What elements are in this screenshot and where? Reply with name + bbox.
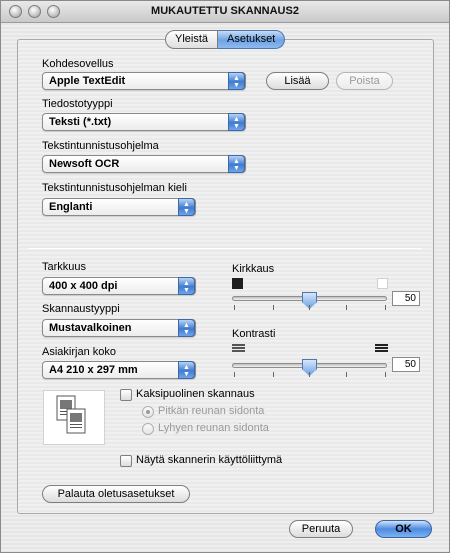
restore-defaults-button[interactable]: Palauta oletusasetukset	[42, 485, 190, 503]
brightness-value-field[interactable]: 50	[392, 291, 420, 306]
slider-tick	[273, 305, 274, 310]
resolution-label: Tarkkuus	[42, 261, 87, 273]
slider-tick	[234, 372, 235, 377]
tab-bar: Yleistä Asetukset	[165, 30, 286, 49]
popup-arrows-icon: ▲ ▼	[228, 113, 245, 131]
ocr-language-value: Englanti	[49, 201, 93, 213]
duplex-checkbox[interactable]	[120, 389, 132, 401]
target-app-value: Apple TextEdit	[49, 75, 126, 87]
target-app-select[interactable]: Apple TextEdit ▲ ▼	[42, 72, 246, 90]
slider-tick	[385, 305, 386, 310]
long-edge-radio[interactable]	[142, 406, 154, 418]
target-app-label: Kohdesovellus	[42, 58, 114, 70]
scan-type-select[interactable]: Mustavalkoinen ▲ ▼	[42, 319, 196, 337]
section-divider	[28, 248, 422, 249]
scan-type-label: Skannaustyyppi	[42, 303, 120, 315]
long-edge-label: Pitkän reunan sidonta	[158, 405, 265, 417]
cancel-button[interactable]: Peruuta	[289, 520, 353, 538]
file-type-label: Tiedostotyyppi	[42, 98, 113, 110]
slider-tick	[309, 372, 310, 377]
popup-arrows-icon: ▲ ▼	[228, 72, 245, 90]
document-size-value: A4 210 x 297 mm	[49, 364, 138, 376]
slider-tick	[346, 305, 347, 310]
slider-tick	[346, 372, 347, 377]
document-size-label: Asiakirjan koko	[42, 346, 116, 358]
remove-button[interactable]: Poista	[336, 72, 393, 90]
dialog-window: MUKAUTETTU SKANNAUS2 Yleistä Asetukset K…	[0, 0, 450, 553]
slider-tick	[273, 372, 274, 377]
slider-tick	[234, 305, 235, 310]
ocr-software-select[interactable]: Newsoft OCR ▲ ▼	[42, 155, 246, 173]
ocr-software-value: Newsoft OCR	[49, 158, 120, 170]
ok-button[interactable]: OK	[375, 520, 432, 538]
brightness-label: Kirkkaus	[232, 263, 275, 275]
add-button[interactable]: Lisää	[266, 72, 329, 90]
brightness-dark-icon	[232, 278, 243, 289]
popup-arrows-icon: ▲ ▼	[178, 361, 195, 379]
brightness-light-icon	[377, 278, 388, 289]
duplex-label: Kaksipuolinen skannaus	[136, 388, 255, 400]
short-edge-radio[interactable]	[142, 423, 154, 435]
document-size-select[interactable]: A4 210 x 297 mm ▲ ▼	[42, 361, 196, 379]
popup-arrows-icon: ▲ ▼	[228, 155, 245, 173]
contrast-high-icon	[375, 344, 388, 355]
window-title: MUKAUTETTU SKANNAUS2	[151, 5, 299, 17]
duplex-preview-image	[43, 390, 105, 445]
resolution-value: 400 x 400 dpi	[49, 280, 118, 292]
show-scanner-ui-label: Näytä skannerin käyttöliittymä	[136, 454, 283, 466]
slider-tick	[309, 305, 310, 310]
ocr-language-select[interactable]: Englanti ▲ ▼	[42, 198, 196, 216]
ocr-language-label: Tekstintunnistusohjelman kieli	[42, 182, 187, 194]
show-scanner-ui-checkbox[interactable]	[120, 455, 132, 467]
file-type-select[interactable]: Teksti (*.txt) ▲ ▼	[42, 113, 246, 131]
tab-general[interactable]: Yleistä	[165, 30, 219, 49]
contrast-label: Kontrasti	[232, 328, 276, 340]
popup-arrows-icon: ▲ ▼	[178, 198, 195, 216]
short-edge-label: Lyhyen reunan sidonta	[158, 422, 269, 434]
slider-tick	[385, 372, 386, 377]
file-type-value: Teksti (*.txt)	[49, 116, 112, 128]
popup-arrows-icon: ▲ ▼	[178, 319, 195, 337]
ocr-software-label: Tekstintunnistusohjelma	[42, 140, 159, 152]
scan-type-value: Mustavalkoinen	[49, 322, 132, 334]
popup-arrows-icon: ▲ ▼	[178, 277, 195, 295]
resolution-select[interactable]: 400 x 400 dpi ▲ ▼	[42, 277, 196, 295]
duplex-pages-icon	[56, 395, 86, 434]
title-bar[interactable]: MUKAUTETTU SKANNAUS2	[1, 1, 449, 23]
contrast-low-icon	[232, 344, 245, 355]
contrast-value-field[interactable]: 50	[392, 357, 420, 372]
tab-settings[interactable]: Asetukset	[218, 30, 286, 49]
